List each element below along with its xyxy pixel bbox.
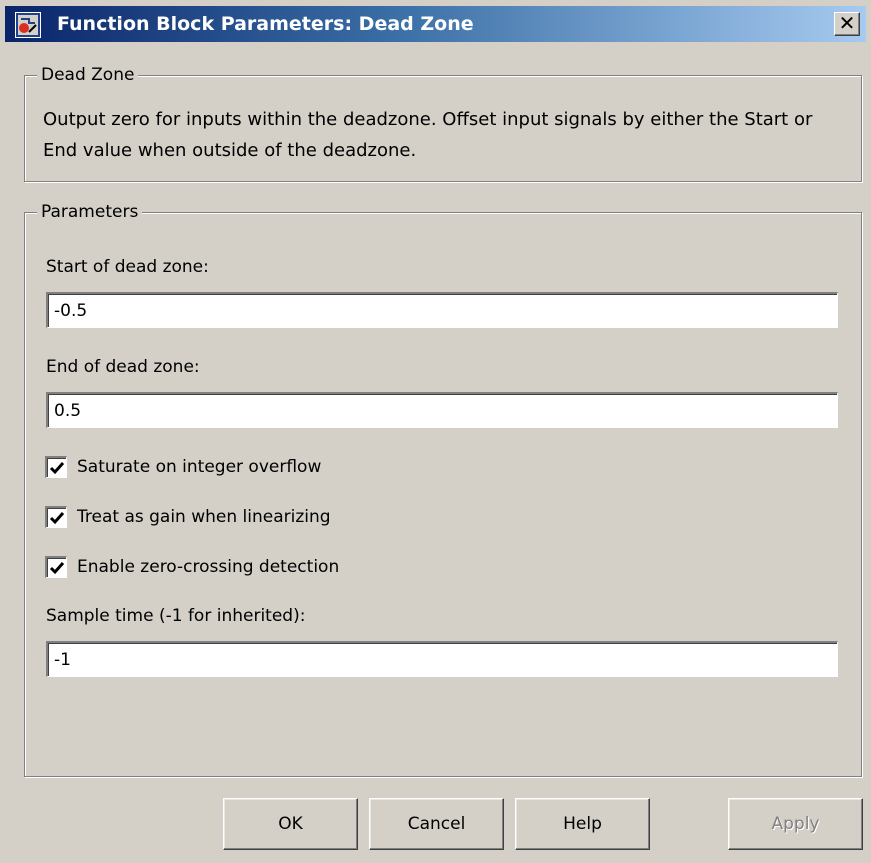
help-button[interactable]: Help (515, 798, 650, 850)
sample-time-label: Sample time (-1 for inherited): (46, 606, 306, 626)
sample-time-input[interactable] (46, 641, 838, 677)
description-legend: Dead Zone (37, 63, 139, 87)
saturate-overflow-label: Saturate on integer overflow (77, 457, 322, 477)
start-of-dead-zone-input[interactable] (46, 292, 838, 328)
end-of-dead-zone-label: End of dead zone: (46, 357, 200, 377)
close-button[interactable]: ✕ (834, 12, 860, 36)
description-groupbox: Dead Zone Output zero for inputs within … (24, 63, 862, 182)
checkmark-icon (49, 511, 64, 524)
ok-button[interactable]: OK (223, 798, 358, 850)
window-title: Function Block Parameters: Dead Zone (57, 13, 474, 35)
treat-as-gain-label: Treat as gain when linearizing (77, 507, 331, 527)
parameters-groupbox: Parameters Start of dead zone: End of de… (24, 200, 862, 777)
zero-crossing-checkbox-row[interactable]: Enable zero-crossing detection (45, 554, 339, 580)
title-bar[interactable]: Function Block Parameters: Dead Zone ✕ (5, 6, 866, 42)
zero-crossing-checkbox[interactable] (45, 556, 67, 578)
parameters-legend: Parameters (37, 200, 143, 224)
apply-button: Apply (728, 798, 863, 850)
checkmark-icon (49, 461, 64, 474)
zero-crossing-label: Enable zero-crossing detection (77, 557, 340, 577)
saturate-overflow-checkbox[interactable] (45, 456, 67, 478)
treat-as-gain-checkbox[interactable] (45, 506, 67, 528)
start-of-dead-zone-label: Start of dead zone: (46, 257, 209, 277)
close-icon: ✕ (838, 11, 856, 35)
saturate-overflow-checkbox-row[interactable]: Saturate on integer overflow (45, 454, 321, 480)
simulink-block-icon (15, 12, 41, 38)
checkmark-icon (49, 561, 64, 574)
treat-as-gain-checkbox-row[interactable]: Treat as gain when linearizing (45, 504, 331, 530)
block-description: Output zero for inputs within the deadzo… (43, 109, 813, 161)
dialog-window: Function Block Parameters: Dead Zone ✕ D… (0, 0, 871, 863)
end-of-dead-zone-input[interactable] (46, 392, 838, 428)
cancel-button[interactable]: Cancel (369, 798, 504, 850)
